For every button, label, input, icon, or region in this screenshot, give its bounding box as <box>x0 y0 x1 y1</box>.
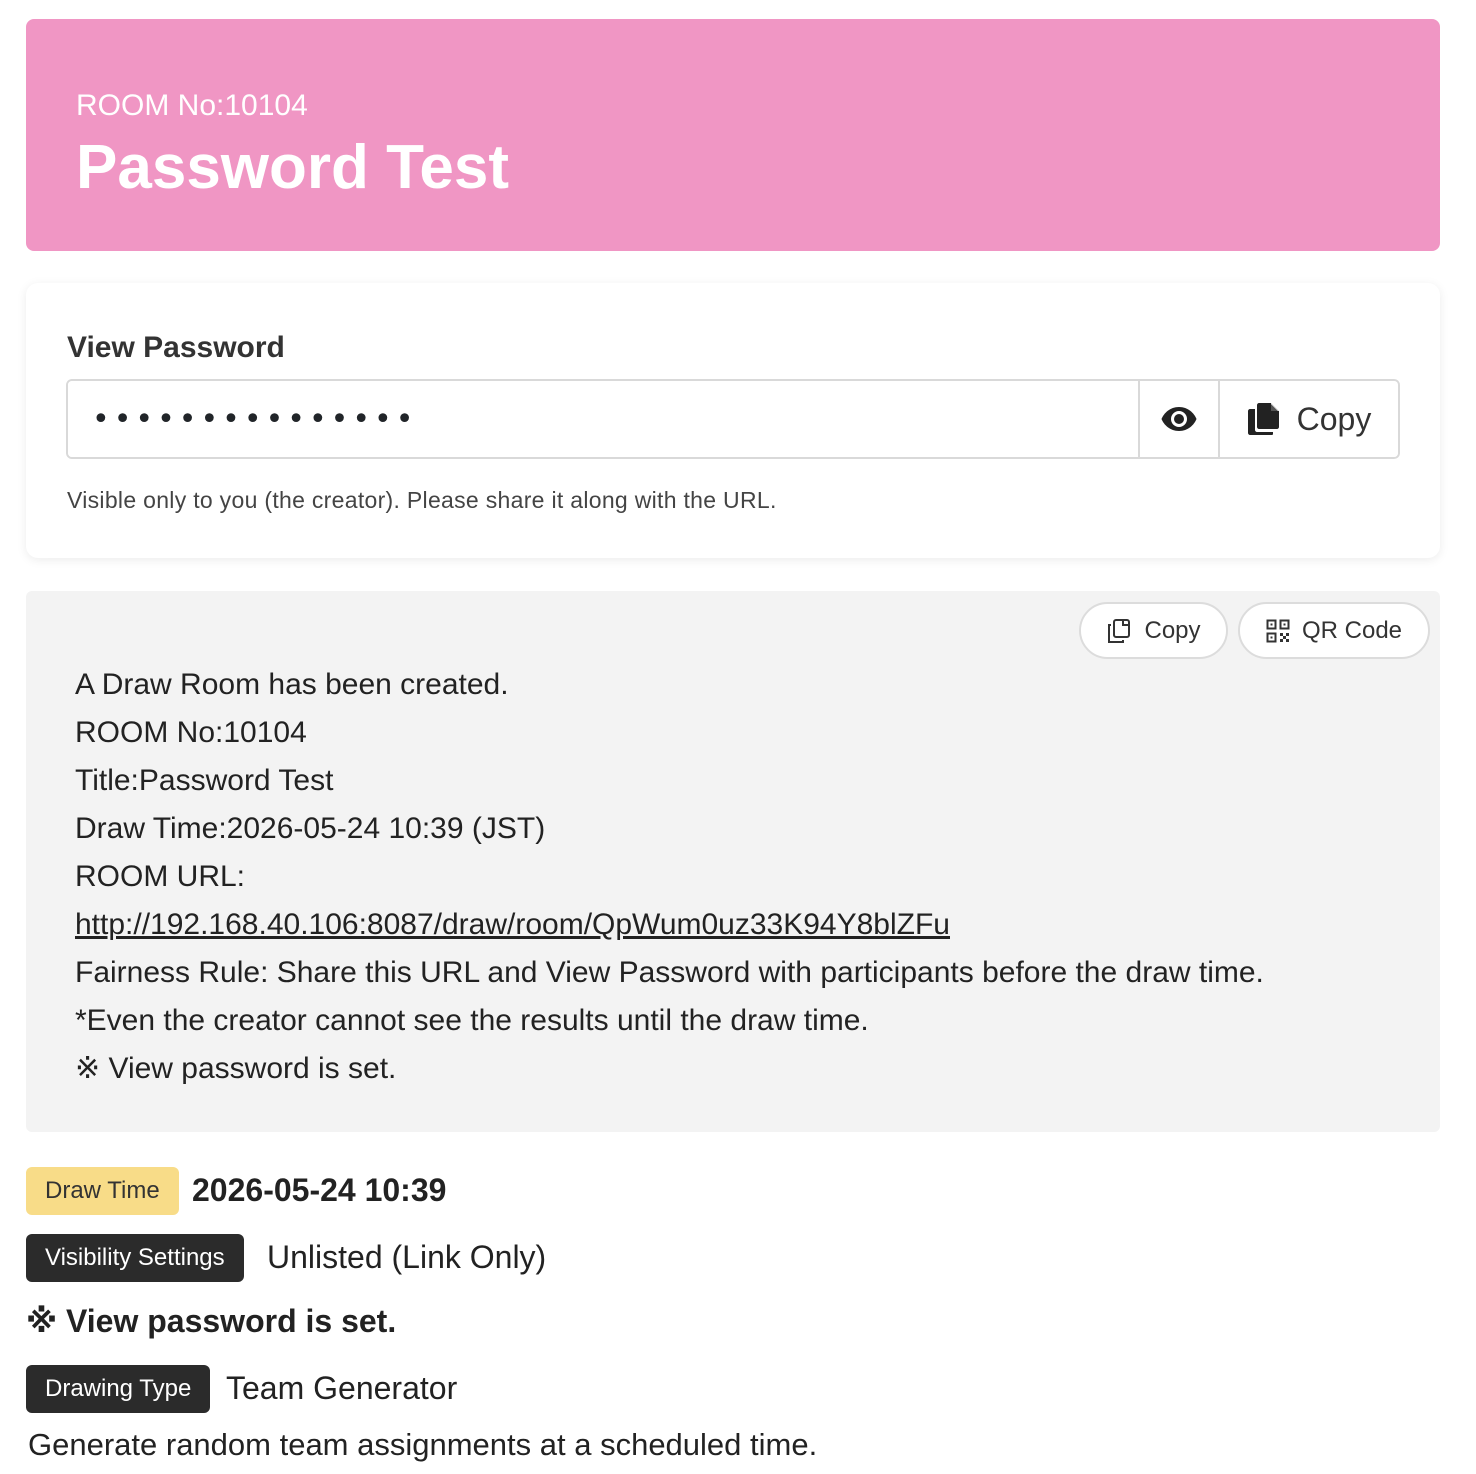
summary-created: A Draw Room has been created. <box>75 668 509 701</box>
summary-title: Title:Password Test <box>75 764 334 797</box>
copy-outline-icon <box>1108 618 1131 643</box>
copy-icon <box>1247 403 1279 435</box>
summary-room-no: ROOM No:10104 <box>75 716 307 749</box>
summary-password-note: ※ View password is set. <box>75 1052 397 1085</box>
qr-code-button[interactable]: QR Code <box>1238 602 1430 659</box>
password-input-group: Copy <box>66 379 1400 459</box>
copy-summary-label: Copy <box>1144 616 1201 644</box>
summary-fairness-rule: Fairness Rule: Share this URL and View P… <box>75 956 1264 989</box>
summary-text: A Draw Room has been created. ROOM No:10… <box>75 661 1264 1093</box>
qr-code-icon <box>1266 619 1290 642</box>
view-password-card: View Password Copy Visible only to you (… <box>26 283 1440 558</box>
draw-time-badge: Draw Time <box>26 1167 179 1215</box>
room-url-link[interactable]: http://192.168.40.106:8087/draw/room/QpW… <box>75 908 950 941</box>
summary-draw-time: Draw Time:2026-05-24 10:39 (JST) <box>75 812 546 845</box>
copy-password-button[interactable]: Copy <box>1218 381 1398 457</box>
password-set-note: ※ View password is set. <box>26 1303 397 1339</box>
summary-url-label: ROOM URL: <box>75 860 246 893</box>
drawing-type-description: Generate random team assignments at a sc… <box>28 1427 818 1462</box>
eye-icon <box>1161 407 1197 431</box>
view-password-label: View Password <box>67 331 285 364</box>
copy-password-label: Copy <box>1296 400 1372 437</box>
room-header: ROOM No:10104 Password Test <box>26 19 1440 251</box>
visibility-value: Unlisted (Link Only) <box>267 1239 547 1275</box>
password-field[interactable] <box>68 381 1138 457</box>
page-title: Password Test <box>76 133 510 202</box>
drawing-type-badge: Drawing Type <box>26 1365 211 1413</box>
toggle-password-button[interactable] <box>1138 381 1218 457</box>
password-help-text: Visible only to you (the creator). Pleas… <box>67 487 777 513</box>
draw-time-value: 2026-05-24 10:39 <box>192 1172 447 1208</box>
drawing-type-value: Team Generator <box>226 1370 458 1406</box>
room-number: ROOM No:10104 <box>76 89 308 122</box>
summary-creator-note: *Even the creator cannot see the results… <box>75 1004 869 1037</box>
visibility-badge: Visibility Settings <box>26 1234 244 1282</box>
qr-code-label: QR Code <box>1301 616 1403 644</box>
copy-summary-button[interactable]: Copy <box>1079 602 1228 659</box>
room-summary-box: Copy QR Code A Draw Room has been create… <box>26 591 1440 1132</box>
